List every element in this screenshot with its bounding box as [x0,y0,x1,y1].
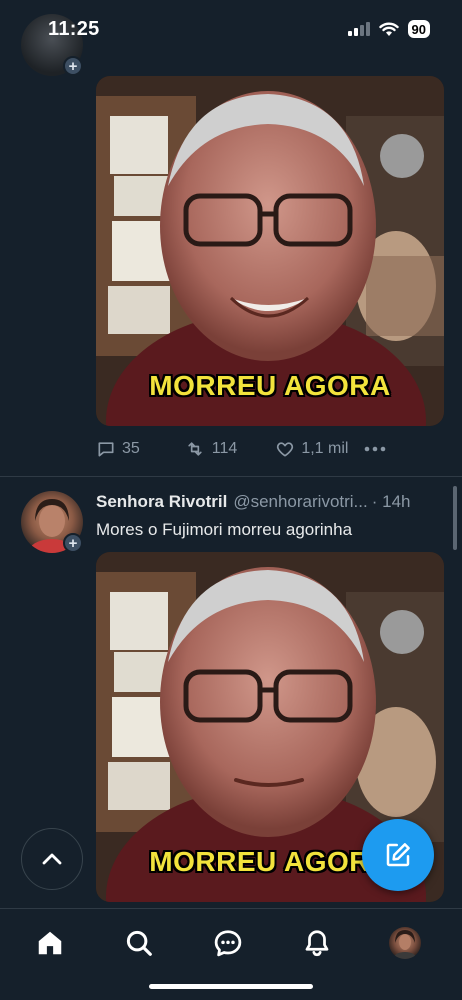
tweet-1[interactable]: + Desinstalei o Twitter de vez MORREU AG… [0,0,462,476]
reply-button[interactable]: 35 [96,439,140,459]
home-indicator [149,984,313,989]
more-options-button[interactable] [364,446,386,452]
tab-profile[interactable] [385,923,425,963]
scrollbar[interactable] [453,486,457,550]
bell-icon [305,930,329,957]
tweet-1-media[interactable]: MORREU AGORA [96,76,444,426]
wifi-icon [378,22,399,36]
scroll-to-top-button[interactable] [21,828,83,890]
signal-icon [347,22,370,36]
like-count: 1,1 mil [301,440,349,457]
tweet-2-text: Mores o Fujimori morreu agorinha [96,520,353,539]
tab-messages[interactable] [208,923,248,963]
more-icon [365,446,386,452]
tweet-2-header: Senhora Rivotril @senhorarivotri... · 14… [96,492,448,512]
tab-search[interactable] [119,923,159,963]
follow-plus-icon[interactable]: + [63,56,83,76]
like-button[interactable]: 1,1 mil [275,439,348,459]
status-bar: 11:25 90 [0,0,462,58]
display-name[interactable]: Senhora Rivotril [96,492,227,512]
tab-home[interactable] [30,923,70,963]
status-icons: 90 [347,20,430,38]
reply-count: 35 [122,440,140,457]
search-icon [126,930,152,956]
profile-avatar [389,927,421,959]
retweet-icon [188,442,202,456]
compose-pencil-icon [386,843,410,867]
tweet-1-actions: 35 114 1,1 mil [96,436,386,462]
reply-icon [98,442,114,457]
tab-notifications[interactable] [297,923,337,963]
messages-icon [214,930,242,957]
chevron-up-icon [42,853,62,865]
follow-plus-icon[interactable]: + [63,533,83,553]
home-icon [38,931,62,955]
tweet-time: · 14h [371,492,411,511]
compose-button[interactable] [362,819,434,891]
status-time: 11:25 [48,17,100,40]
media-caption: MORREU AGORA [149,370,391,401]
retweet-count: 114 [211,440,238,457]
retweet-button[interactable]: 114 [184,439,238,459]
heart-icon [277,442,294,457]
user-handle[interactable]: @senhorarivotri... [233,492,367,512]
battery-indicator: 90 [407,20,430,38]
